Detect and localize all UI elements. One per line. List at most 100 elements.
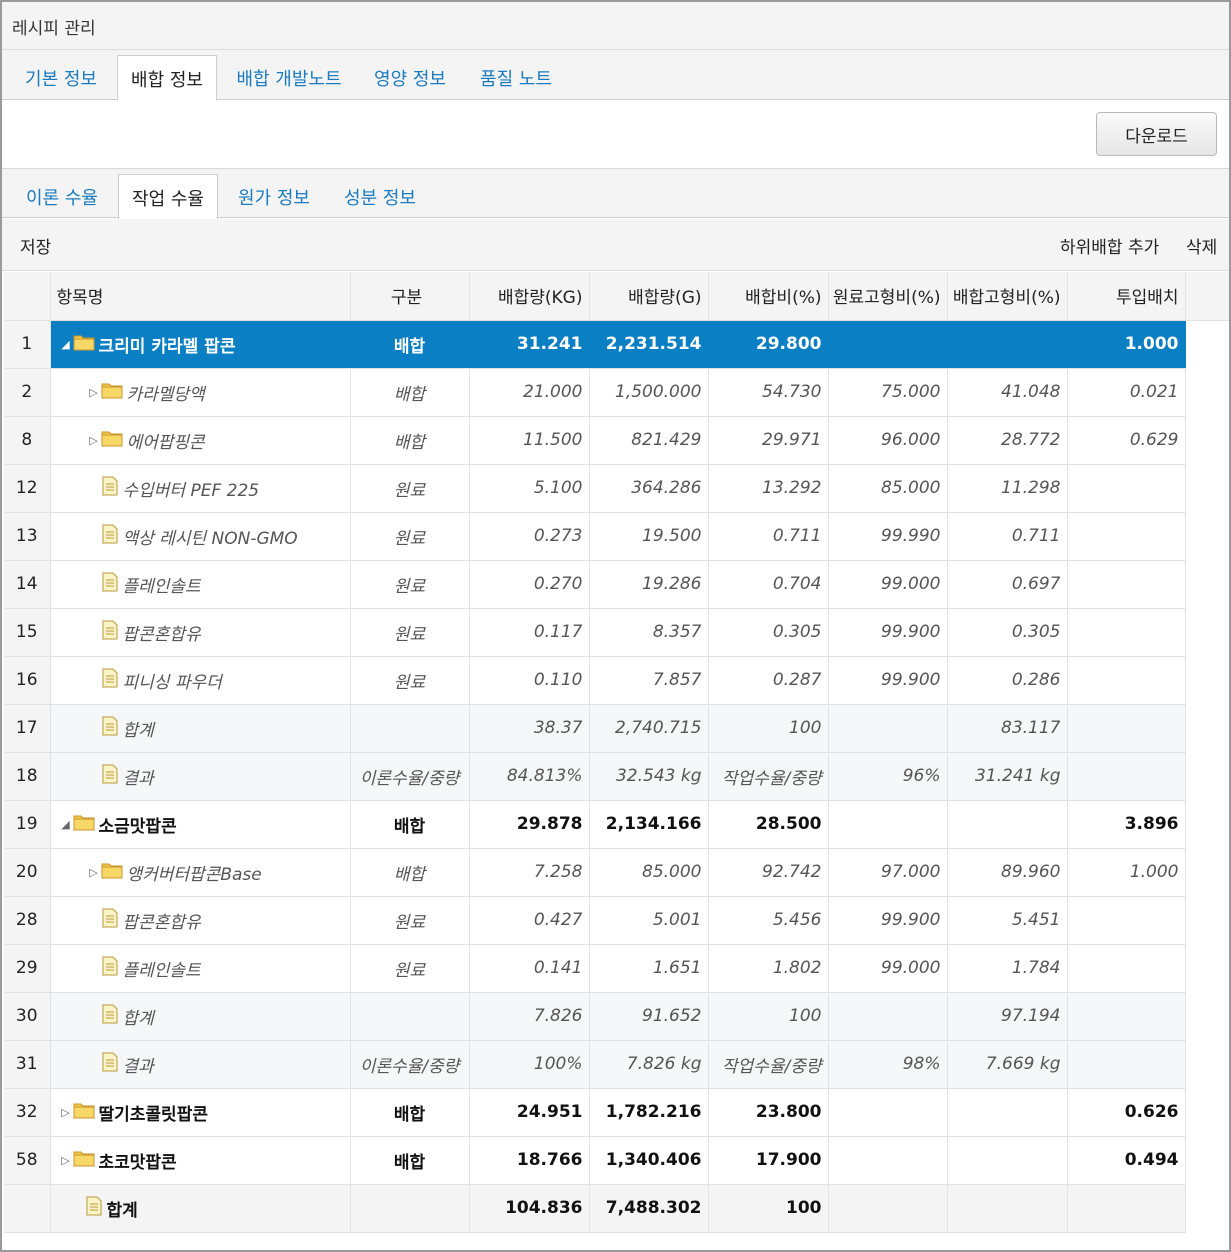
table-row[interactable]: 13 액상 레시틴 NON-GMO 원료 0.273 19.500 0.711 99.990… — [4, 512, 1186, 561]
mix-solid-cell[interactable]: 28.772 — [947, 416, 1068, 465]
ratio-cell[interactable]: 17.900 — [708, 1136, 829, 1185]
table-row[interactable]: 8 ▷ 에어팝핑콘 배합 11.500 821.429 29.971 96.000 28.772… — [4, 416, 1186, 465]
raw-solid-cell[interactable]: 99.900 — [828, 608, 948, 657]
item-name-cell[interactable]: ▷ 앵커버터팝콘Base — [50, 848, 351, 897]
download-button[interactable]: 다운로드 — [1096, 112, 1217, 156]
batch-cell[interactable]: 0.494 — [1067, 1136, 1186, 1185]
header-batch[interactable]: 투입배치 — [1067, 272, 1186, 321]
batch-cell[interactable] — [1067, 656, 1186, 705]
amount-g-cell[interactable]: 364.286 — [589, 464, 709, 513]
type-cell[interactable] — [350, 992, 470, 1041]
mix-solid-cell[interactable]: 89.960 — [947, 848, 1068, 897]
ratio-cell[interactable]: 0.305 — [708, 608, 829, 657]
amount-g-cell[interactable]: 32.543 kg — [589, 752, 709, 801]
item-name-cell[interactable]: 합계 — [50, 992, 351, 1041]
type-cell[interactable]: 원료 — [350, 464, 470, 513]
ratio-cell[interactable]: 28.500 — [708, 800, 829, 849]
item-name-cell[interactable]: ▷ 딸기초콜릿팝콘 — [50, 1088, 351, 1137]
amount-kg-cell[interactable]: 0.117 — [469, 608, 590, 657]
expand-arrow-icon[interactable]: ▷ — [59, 1154, 73, 1167]
type-cell[interactable]: 원료 — [350, 656, 470, 705]
header-ratio[interactable]: 배합비(%) — [708, 272, 829, 321]
raw-solid-cell[interactable]: 97.000 — [828, 848, 948, 897]
amount-kg-cell[interactable]: 21.000 — [469, 368, 590, 417]
mix-solid-cell[interactable]: 7.669 kg — [947, 1040, 1068, 1089]
amount-g-cell[interactable]: 5.001 — [589, 896, 709, 945]
ratio-cell[interactable]: 23.800 — [708, 1088, 829, 1137]
type-cell[interactable]: 배합 — [350, 848, 470, 897]
header-amount-g[interactable]: 배합량(G) — [589, 272, 709, 321]
ratio-cell[interactable]: 작업수율/중량 — [708, 1040, 829, 1089]
mix-solid-cell[interactable]: 41.048 — [947, 368, 1068, 417]
type-cell[interactable]: 배합 — [350, 1136, 470, 1185]
mix-solid-cell[interactable]: 5.451 — [947, 896, 1068, 945]
item-name-cell[interactable]: 합계 — [50, 1184, 351, 1233]
batch-cell[interactable]: 0.626 — [1067, 1088, 1186, 1137]
type-cell[interactable]: 원료 — [350, 944, 470, 993]
tab-cost-info[interactable]: 원가 정보 — [226, 174, 322, 219]
ratio-cell[interactable]: 100 — [708, 992, 829, 1041]
item-name-cell[interactable]: 합계 — [50, 704, 351, 753]
table-row[interactable]: 12 수입버터 PEF 225 원료 5.100 364.286 13.292 85.000… — [4, 464, 1186, 513]
table-row[interactable]: 18 결과 이론수율/중량 84.813% 32.543 kg 작업수율/중량 96% 31.… — [4, 752, 1186, 801]
item-name-cell[interactable]: 결과 — [50, 1040, 351, 1089]
amount-g-cell[interactable]: 19.500 — [589, 512, 709, 561]
ratio-cell[interactable]: 13.292 — [708, 464, 829, 513]
raw-solid-cell[interactable]: 99.900 — [828, 896, 948, 945]
batch-cell[interactable] — [1067, 752, 1186, 801]
mix-solid-cell[interactable]: 11.298 — [947, 464, 1068, 513]
amount-g-cell[interactable]: 1,500.000 — [589, 368, 709, 417]
batch-cell[interactable] — [1067, 560, 1186, 609]
ratio-cell[interactable]: 작업수율/중량 — [708, 752, 829, 801]
amount-kg-cell[interactable]: 84.813% — [469, 752, 590, 801]
amount-kg-cell[interactable]: 0.110 — [469, 656, 590, 705]
mix-solid-cell[interactable]: 97.194 — [947, 992, 1068, 1041]
raw-solid-cell[interactable] — [828, 800, 948, 849]
table-row[interactable]: 17 합계 38.37 2,740.715 100 83.117 — [4, 704, 1186, 753]
amount-g-cell[interactable]: 1,782.216 — [589, 1088, 709, 1137]
expand-arrow-icon[interactable]: ▷ — [87, 434, 101, 447]
raw-solid-cell[interactable]: 85.000 — [828, 464, 948, 513]
raw-solid-cell[interactable] — [828, 992, 948, 1041]
batch-cell[interactable] — [1067, 608, 1186, 657]
raw-solid-cell[interactable] — [828, 1088, 948, 1137]
raw-solid-cell[interactable]: 99.000 — [828, 560, 948, 609]
table-row[interactable]: 14 플레인솔트 원료 0.270 19.286 0.704 99.000 0.697 — [4, 560, 1186, 609]
mix-solid-cell[interactable] — [947, 1136, 1068, 1185]
header-amount-kg[interactable]: 배합량(KG) — [469, 272, 590, 321]
table-row[interactable]: 20 ▷ 앵커버터팝콘Base 배합 7.258 85.000 92.742 97.000 89… — [4, 848, 1186, 897]
ratio-cell[interactable]: 29.800 — [708, 320, 829, 369]
raw-solid-cell[interactable] — [828, 704, 948, 753]
type-cell[interactable]: 원료 — [350, 512, 470, 561]
type-cell[interactable]: 배합 — [350, 416, 470, 465]
batch-cell[interactable] — [1067, 1184, 1186, 1233]
table-row[interactable]: 1 ◢ 크리미 카라멜 팝콘 배합 31.241 2,231.514 29.800 1.000 — [4, 320, 1186, 369]
amount-kg-cell[interactable]: 7.258 — [469, 848, 590, 897]
batch-cell[interactable]: 0.021 — [1067, 368, 1186, 417]
ratio-cell[interactable]: 1.802 — [708, 944, 829, 993]
ratio-cell[interactable]: 29.971 — [708, 416, 829, 465]
raw-solid-cell[interactable]: 99.000 — [828, 944, 948, 993]
item-name-cell[interactable]: 수입버터 PEF 225 — [50, 464, 351, 513]
batch-cell[interactable]: 3.896 — [1067, 800, 1186, 849]
tab-working-yield[interactable]: 작업 수율 — [118, 174, 218, 220]
type-cell[interactable]: 원료 — [350, 560, 470, 609]
header-mix-solid[interactable]: 배합고형비(%) — [947, 272, 1068, 321]
expand-arrow-icon[interactable]: ▷ — [59, 1106, 73, 1119]
amount-kg-cell[interactable]: 29.878 — [469, 800, 590, 849]
amount-g-cell[interactable]: 7.857 — [589, 656, 709, 705]
raw-solid-cell[interactable]: 75.000 — [828, 368, 948, 417]
raw-solid-cell[interactable]: 99.900 — [828, 656, 948, 705]
mix-solid-cell[interactable]: 31.241 kg — [947, 752, 1068, 801]
delete-button[interactable]: 삭제 — [1186, 233, 1217, 258]
batch-cell[interactable] — [1067, 992, 1186, 1041]
tab-dev-note[interactable]: 배합 개발노트 — [228, 55, 350, 100]
amount-kg-cell[interactable]: 100% — [469, 1040, 590, 1089]
item-name-cell[interactable]: ▷ 초코맛팝콘 — [50, 1136, 351, 1185]
mix-solid-cell[interactable]: 1.784 — [947, 944, 1068, 993]
tab-component-info[interactable]: 성분 정보 — [332, 174, 428, 219]
item-name-cell[interactable]: 액상 레시틴 NON-GMO — [50, 512, 351, 561]
amount-kg-cell[interactable]: 0.427 — [469, 896, 590, 945]
ratio-cell[interactable]: 0.711 — [708, 512, 829, 561]
item-name-cell[interactable]: 피니싱 파우더 — [50, 656, 351, 705]
